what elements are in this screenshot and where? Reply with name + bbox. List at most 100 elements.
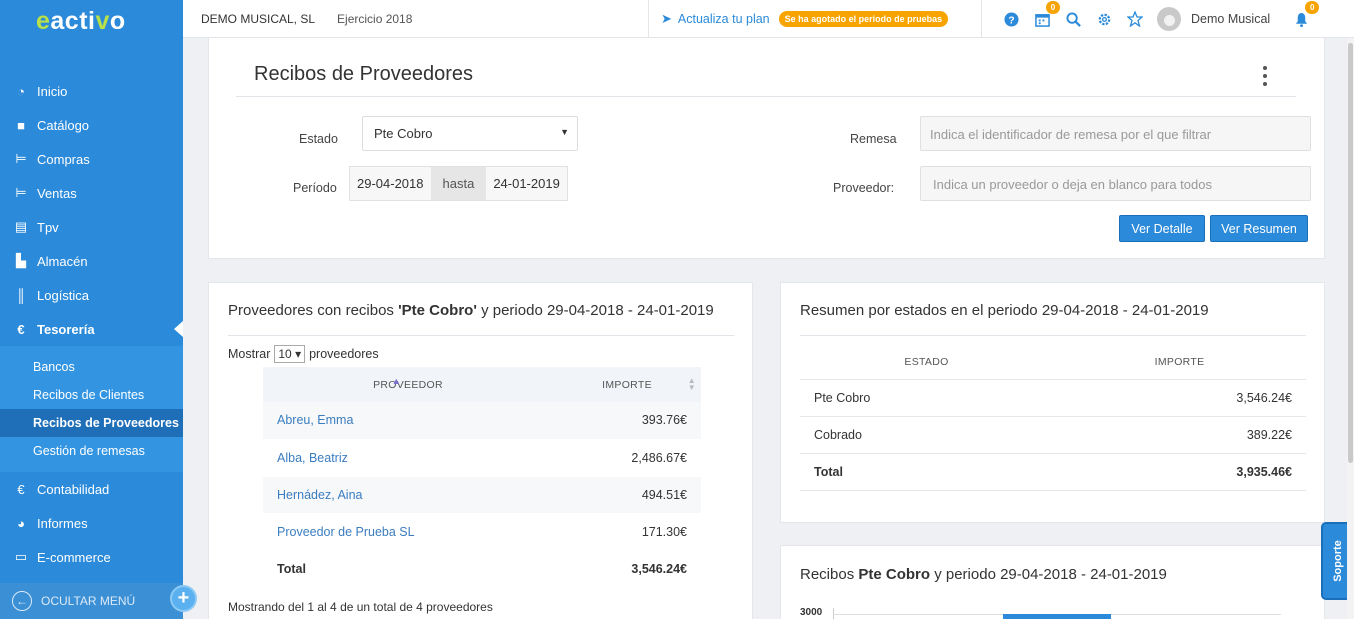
avatar[interactable] (1157, 7, 1181, 31)
col-label: PROVEEDOR (373, 378, 443, 391)
resumen-card: Resumen por estados en el periodo 29-04-… (780, 282, 1325, 523)
nav-item-compras[interactable]: ⊨ Compras (0, 142, 183, 176)
warehouse-icon: ▙ (16, 253, 26, 268)
euro-icon: € (17, 321, 25, 337)
euro-icon: € (17, 481, 25, 497)
nav-item-inicio[interactable]: ◔ Inicio (0, 74, 183, 108)
sidebar: eactivo ◔ Inicio ■ Catálogo ⊨ Compras ⊨ Vent… (0, 0, 183, 619)
estado-cell: Pte Cobro (800, 378, 1053, 416)
nav-item-tesoreria[interactable]: € Tesorería (0, 312, 183, 346)
add-button[interactable]: + (170, 585, 197, 612)
upgrade-label: Actualiza tu plan (677, 12, 770, 26)
nav-item-ecommerce[interactable]: ▭ E-commerce (0, 540, 183, 574)
nav-label: E-commerce (37, 549, 111, 565)
resumen-table: ESTADO IMPORTE Pte Cobro 3,546.24€ Cobrad… (800, 345, 1306, 491)
nav-item-ventas[interactable]: ⊨ Ventas (0, 176, 183, 210)
top-bar: DEMO MUSICAL, SL Ejercicio 2018 ➤ Actual… (183, 0, 1354, 38)
estado-select[interactable]: Pte Cobro ▼ (362, 116, 578, 151)
trial-expired-badge: Se ha agotado el periodo de pruebas (778, 11, 949, 27)
show-label: Mostrar (228, 347, 271, 361)
nav-item-tpv[interactable]: ▤ Tpv (0, 210, 183, 244)
help-icon[interactable]: ? (1002, 10, 1020, 28)
col-header-importe: IMPORTE (1154, 355, 1205, 368)
search-icon[interactable] (1064, 10, 1082, 28)
proveedor-link[interactable]: Proveedor de Prueba SL (263, 513, 553, 551)
nav-label: Tpv (37, 219, 59, 235)
page-title: Recibos de Proveedores (254, 63, 474, 85)
title-part: y periodo 29-04-2018 - 24-01-2019 (476, 302, 714, 319)
username[interactable]: Demo Musical (1191, 12, 1270, 26)
remesa-label: Remesa (850, 132, 897, 146)
nav-label: Compras (37, 151, 90, 167)
hide-menu-button[interactable]: ← OCULTAR MENÚ (0, 583, 183, 619)
store-icon: ▭ (14, 549, 28, 564)
top-icons: ? 0 Demo Musical 0 (981, 0, 1323, 38)
nav-label: Ventas (37, 185, 77, 201)
card-divider (228, 335, 734, 336)
hide-menu-label: OCULTAR MENÚ (41, 594, 136, 608)
nav-label: Almacén (37, 253, 88, 269)
importe-cell: 171.30€ (553, 513, 701, 551)
svg-text:?: ? (1008, 15, 1014, 26)
proveedor-link[interactable]: Hernádez, Aina (263, 476, 553, 514)
nav-item-logistica[interactable]: ║ Logística (0, 278, 183, 312)
rocket-icon: ➤ (661, 11, 672, 26)
resumen-title: Resumen por estados en el periodo 29-04-… (800, 302, 1209, 319)
col-header-importe[interactable]: IMPORTE ▲ ▼ (553, 367, 701, 402)
bell-icon[interactable]: 0 (1292, 1, 1320, 28)
gear-icon[interactable] (1095, 10, 1113, 28)
arrow-left-icon: ← (12, 591, 32, 611)
nav-item-informes[interactable]: ◕ Informes (0, 506, 183, 540)
title-part: y periodo 29-04-2018 - 24-01-2019 (930, 566, 1167, 583)
logo-v: v (95, 7, 110, 35)
sub-item-recibos-proveedores[interactable]: Recibos de Proveedores (0, 409, 183, 437)
proveedor-link[interactable]: Abreu, Emma (263, 402, 553, 440)
col-header-estado: ESTADO (904, 355, 949, 368)
title-part: Recibos (800, 566, 859, 583)
chevron-down-icon: ▼ (560, 127, 569, 137)
upgrade-plan-link[interactable]: ➤ Actualiza tu plan Se ha agotado el per… (648, 0, 949, 38)
proveedor-link[interactable]: Alba, Beatriz (263, 439, 553, 477)
scrollbar-thumb[interactable] (1348, 43, 1353, 463)
cart-out-icon: ⊨ (15, 185, 27, 200)
col-label: IMPORTE (602, 378, 652, 391)
sub-item-bancos[interactable]: Bancos (0, 353, 183, 381)
ejercicio-label[interactable]: Ejercicio 2018 (315, 12, 412, 26)
proveedor-input[interactable]: Indica un proveedor o deja en blanco par… (920, 166, 1311, 201)
chart-card: Recibos Pte Cobro y periodo 29-04-2018 -… (780, 545, 1325, 619)
proveedores-table: PROVEEDOR ▲ IMPORTE ▲ ▼ Abreu, Emma 393.76€ … (263, 367, 701, 588)
card-divider (800, 335, 1306, 336)
date-from-input[interactable]: 29-04-2018 (350, 167, 431, 200)
more-options-icon[interactable] (1262, 66, 1268, 86)
y-tick-label: 3000 (800, 607, 823, 618)
star-icon[interactable] (1126, 10, 1144, 28)
calendar-icon[interactable]: 0 (1033, 1, 1060, 28)
scrollbar[interactable] (1347, 38, 1354, 619)
nav-item-contabilidad[interactable]: € Contabilidad (0, 472, 183, 506)
nav-item-catalogo[interactable]: ■ Catálogo (0, 108, 183, 142)
ver-detalle-button[interactable]: Ver Detalle (1119, 215, 1205, 242)
soporte-label: Soporte (1331, 540, 1344, 582)
logo-o: o (109, 7, 126, 35)
date-to-input[interactable]: 24-01-2019 (486, 167, 567, 200)
nav-label: Inicio (37, 83, 68, 99)
sub-item-recibos-clientes[interactable]: Recibos de Clientes (0, 381, 183, 409)
eactivo-logo[interactable]: eactivo (0, 0, 183, 40)
remesa-input[interactable]: Indica el identificador de remesa por el… (920, 116, 1311, 151)
sub-item-gestion-remesas[interactable]: Gestión de remesas (0, 437, 183, 465)
filter-card: Recibos de Proveedores Estado Pte Cobro … (208, 38, 1325, 259)
total-amount: 3,546.24€ (553, 550, 701, 588)
title-part: Proveedores con recibos (228, 302, 399, 319)
total-importe: 3,935.46€ (1053, 452, 1306, 491)
col-header-proveedor[interactable]: PROVEEDOR ▲ (263, 367, 553, 402)
page-length-select[interactable]: 10 ▾ (274, 345, 306, 363)
nav-item-almacen[interactable]: ▙ Almacén (0, 244, 183, 278)
page-length-control: Mostrar 10 ▾ proveedores (228, 345, 379, 363)
total-row: Total 3,546.24€ (263, 550, 701, 588)
title-divider (236, 96, 1296, 97)
chart-bar[interactable] (1003, 614, 1111, 619)
ver-resumen-button[interactable]: Ver Resumen (1210, 215, 1308, 242)
company-name[interactable]: DEMO MUSICAL, SL (183, 12, 315, 26)
date-range-separator: hasta (430, 167, 487, 200)
total-label: Total (263, 550, 553, 588)
